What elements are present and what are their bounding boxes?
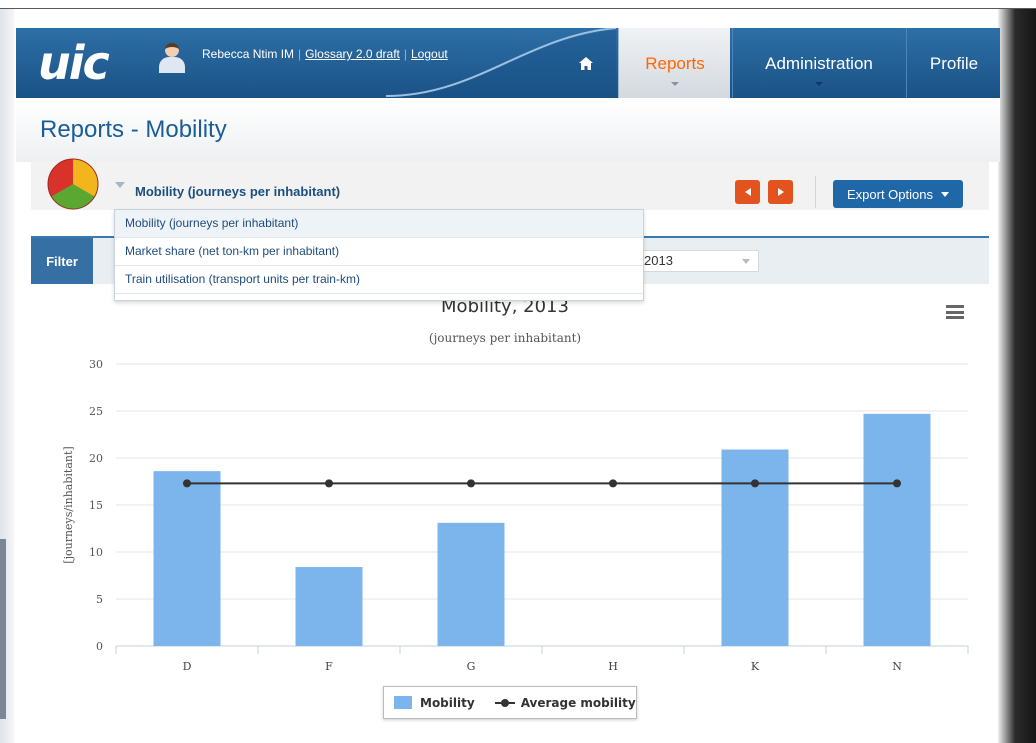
x-tick-label: N [892,660,902,673]
y-tick-label: 0 [96,640,103,653]
report-toolbar: Mobility (journeys per inhabitant) Expor… [31,158,989,210]
chevron-down-icon [941,191,949,197]
chevron-down-icon [814,82,823,86]
user-name: Rebecca Ntim IM [202,47,295,61]
page: uic Rebecca Ntim IM | Glossary 2.0 draft | L… [0,0,1036,743]
y-tick-label: 5 [96,593,103,606]
x-tick-label: G [467,660,476,673]
mobility-chart: 0 5 10 15 20 25 30 [journeys/inhabitant] D F G H K N [62,358,969,673]
nav-tab-profile[interactable]: Profile [906,28,1000,98]
uic-logo[interactable]: uic [38,36,110,90]
average-point[interactable] [325,479,333,488]
average-point[interactable] [183,479,191,488]
dropdown-option[interactable]: Market share (net ton-km per inhabitant) [115,238,643,266]
bar[interactable] [153,471,221,646]
nav-tab-profile-label: Profile [929,54,979,73]
next-button[interactable] [768,180,793,204]
y-tick-label: 10 [89,546,103,559]
nav-tab-administration-label: Administration [765,54,873,73]
x-tick-label: K [751,660,760,673]
nav-tab-administration[interactable]: Administration [732,28,904,98]
legend-item-average-mobility[interactable]: Average mobility [521,696,636,710]
nav-tab-reports[interactable]: Reports [618,28,730,98]
nav-home[interactable] [556,28,616,98]
chevron-right-icon [777,188,784,196]
page-title: Reports - Mobility [40,116,227,143]
y-axis-label: [journeys/inhabitant] [62,446,75,563]
x-tick-label: H [608,660,618,673]
title-bar: Reports - Mobility [16,98,1000,162]
indicator-dropdown-caret-icon[interactable] [115,182,125,188]
legend-swatch-mobility [394,696,412,709]
average-point[interactable] [609,479,617,488]
user-avatar-icon [159,43,185,73]
average-point[interactable] [893,479,901,488]
x-tick-label: D [183,660,192,673]
average-point[interactable] [751,479,759,488]
bar[interactable] [437,522,505,646]
bar[interactable] [863,413,931,646]
y-tick-label: 20 [89,452,103,465]
export-options-label: Export Options [847,186,933,202]
toolbar-divider [815,176,816,208]
home-icon [579,56,593,70]
dropdown-option[interactable]: Mobility (journeys per inhabitant) [115,210,643,238]
chevron-down-icon [742,259,750,264]
window-top-border [0,8,1036,9]
average-point[interactable] [467,479,475,488]
indicator-selector[interactable]: Mobility (journeys per inhabitant) [135,184,340,199]
export-options-button[interactable]: Export Options [833,180,963,208]
scrollbar-region[interactable] [998,9,1036,743]
legend-item-mobility[interactable]: Mobility [420,696,475,710]
year-select[interactable]: 2013 [635,250,759,272]
chevron-down-icon [670,82,679,86]
app-header: uic Rebecca Ntim IM | Glossary 2.0 draft | L… [16,28,1000,98]
chart-legend: Mobility Average mobility [383,686,637,719]
bar[interactable] [295,567,363,646]
year-select-value: 2013 [644,253,673,268]
y-tick-label: 15 [89,499,103,512]
nav-tab-reports-label: Reports [645,54,705,73]
y-tick-label: 25 [89,405,103,418]
bar[interactable] [721,449,789,646]
legend-line-marker [494,698,515,708]
dropdown-option[interactable]: Train utilisation (transport units per t… [115,266,643,294]
x-tick-label: F [325,660,333,673]
filter-tab[interactable]: Filter [31,238,93,284]
chart-menu-icon[interactable] [946,305,964,319]
separator: | [298,47,302,61]
previous-button[interactable] [735,180,760,204]
pie-chart-icon [47,158,99,210]
y-tick-label: 30 [89,358,103,371]
chevron-left-icon [744,188,751,196]
indicator-dropdown-menu: Mobility (journeys per inhabitant) Marke… [114,209,644,301]
